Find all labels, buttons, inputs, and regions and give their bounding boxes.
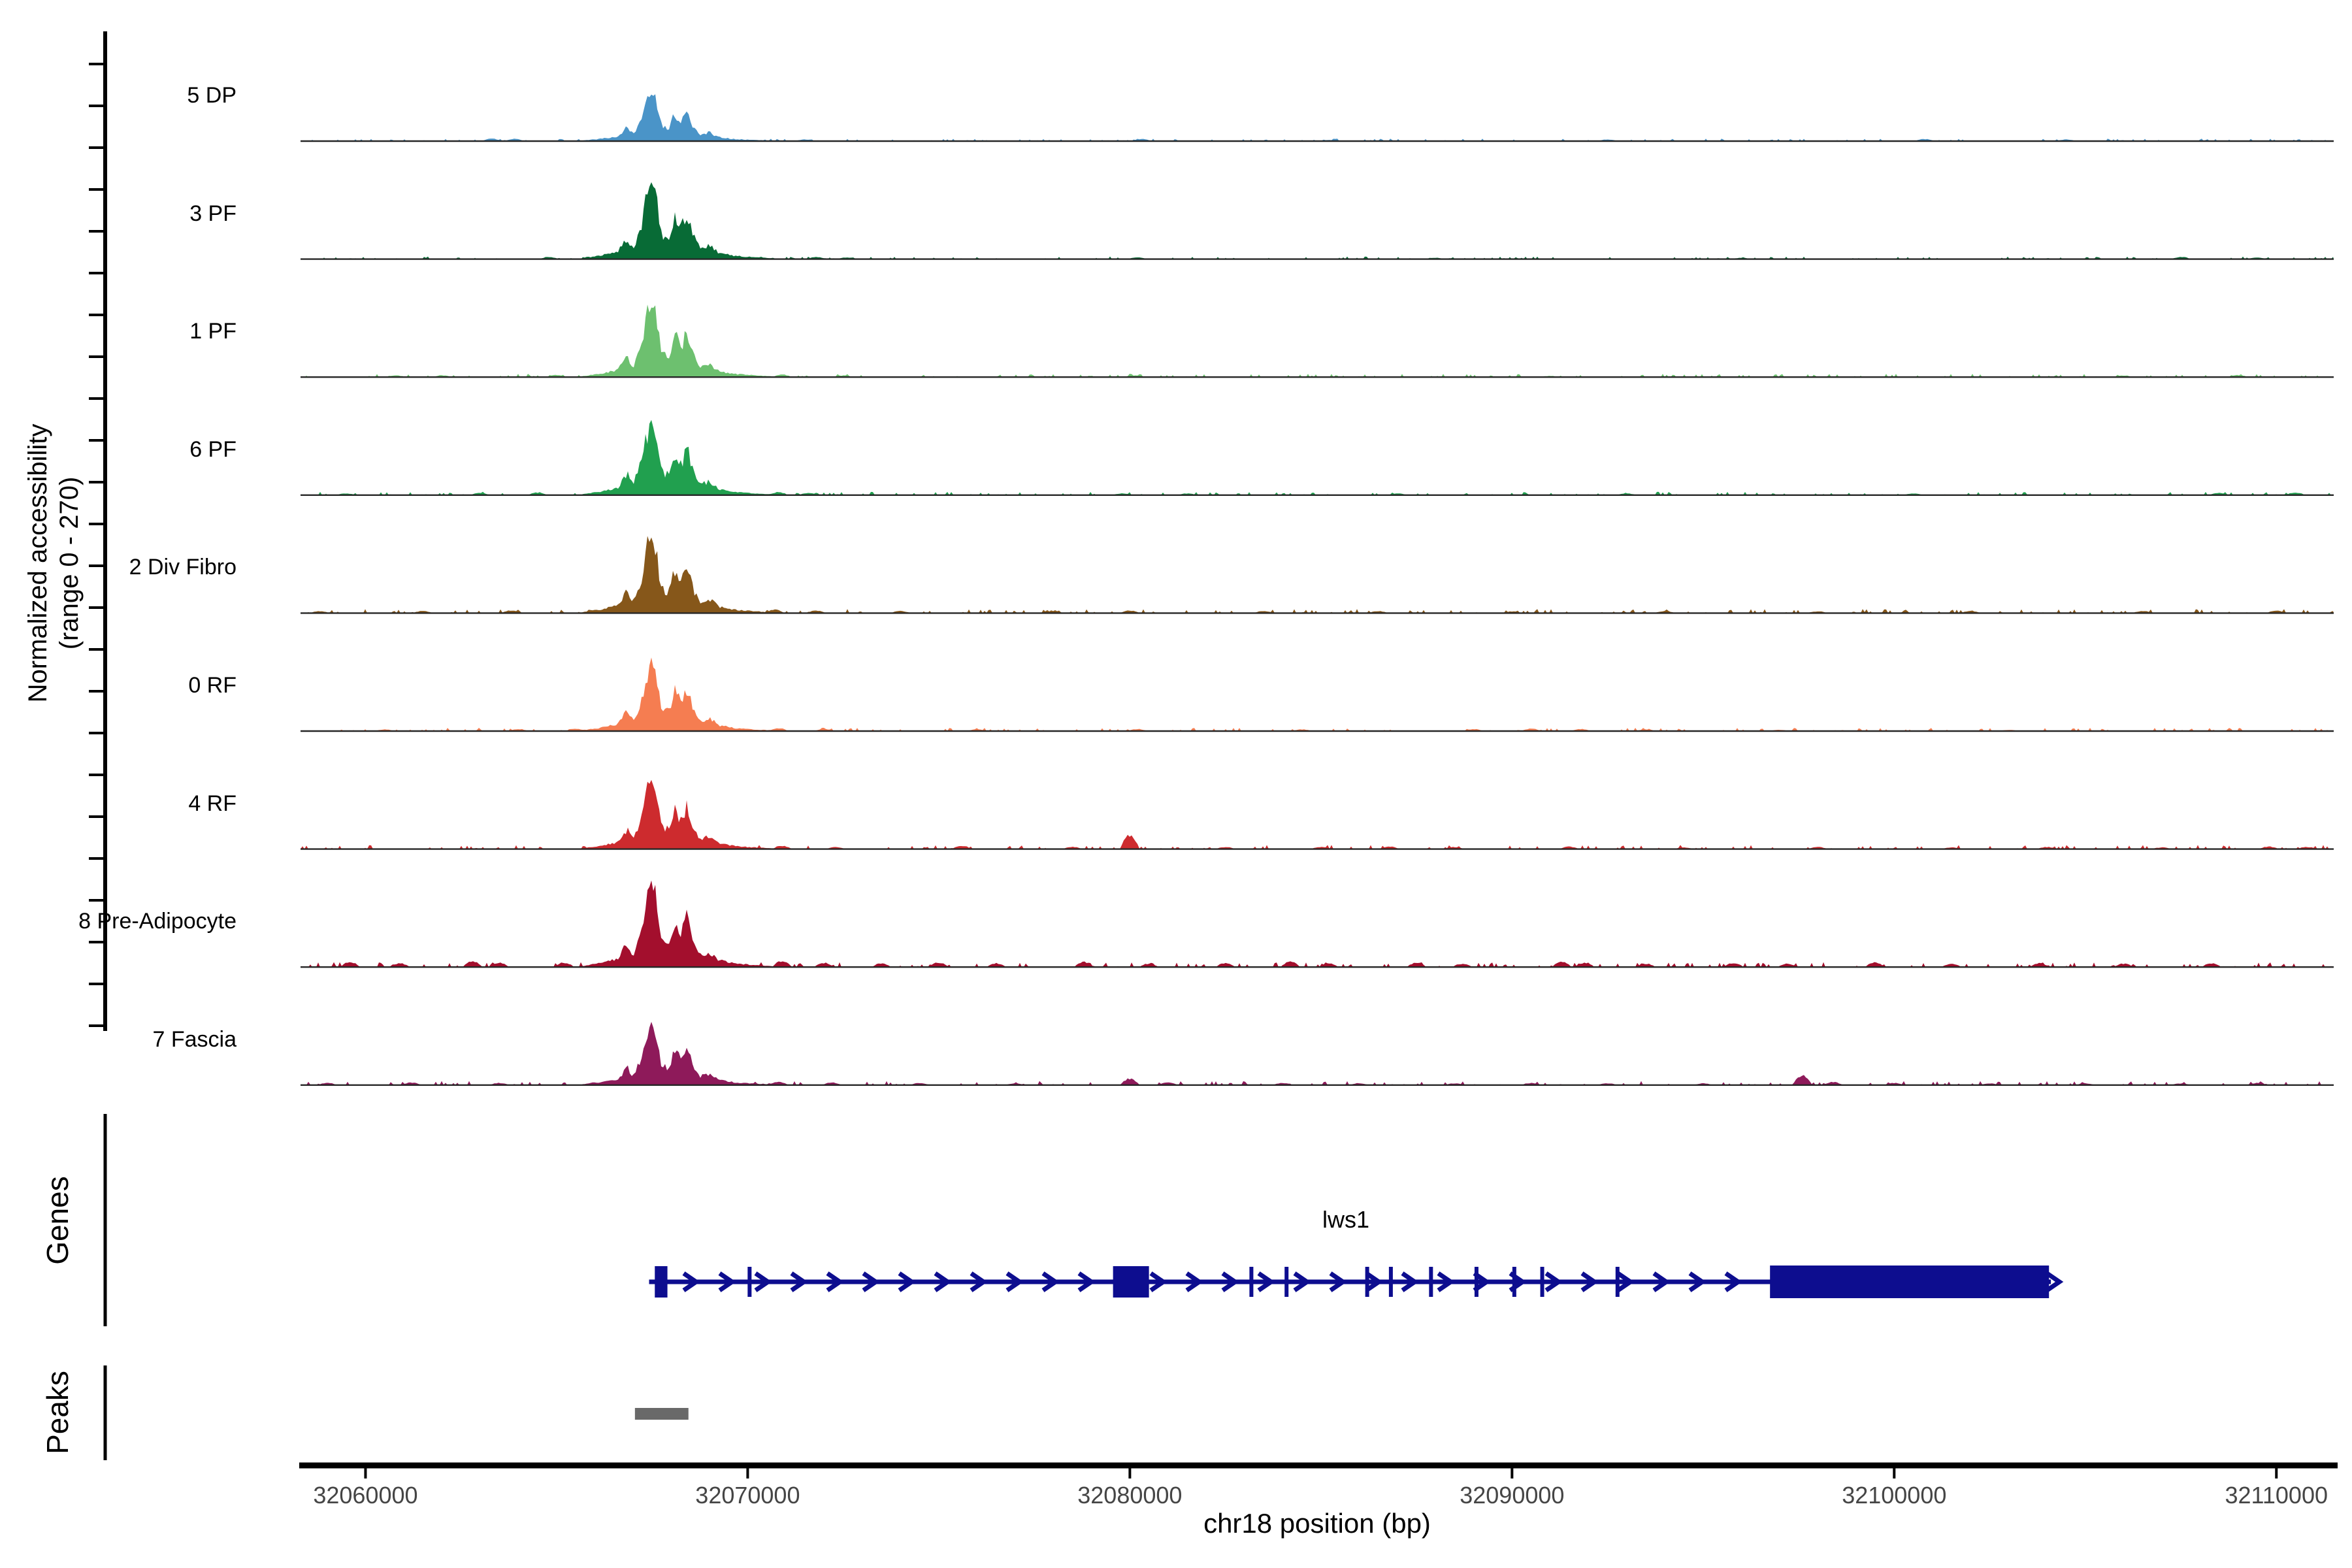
x-tick-label: 32070000 (695, 1482, 800, 1509)
plot-canvas (89, 31, 2338, 1478)
peaks-section-label: Peaks (41, 1371, 74, 1454)
x-tick-label: 32080000 (1077, 1482, 1183, 1509)
track-label: 2 Div Fibro (129, 555, 237, 580)
track-label: 4 RF (188, 791, 237, 816)
gene-name-label: lws1 (1322, 1206, 1370, 1233)
track-label: 5 DP (187, 83, 237, 108)
genes-section-label: Genes (41, 1176, 74, 1265)
x-axis-title: chr18 position (bp) (1203, 1508, 1431, 1539)
track-label: 0 RF (188, 673, 237, 698)
x-tick-label: 32060000 (313, 1482, 418, 1509)
genome-coverage-figure: Normalized accessibility (range 0 - 270)… (0, 0, 2352, 1568)
x-tick-label: 32110000 (2225, 1482, 2328, 1509)
x-tick-label: 32090000 (1460, 1482, 1565, 1509)
track-label: 7 Fascia (152, 1026, 237, 1052)
track-label: 3 PF (189, 201, 237, 226)
track-label: 8 Pre-Adipocyte (78, 909, 237, 934)
x-tick-label: 32100000 (1842, 1482, 1947, 1509)
track-label: 1 PF (189, 319, 237, 344)
track-label: 6 PF (189, 436, 237, 462)
